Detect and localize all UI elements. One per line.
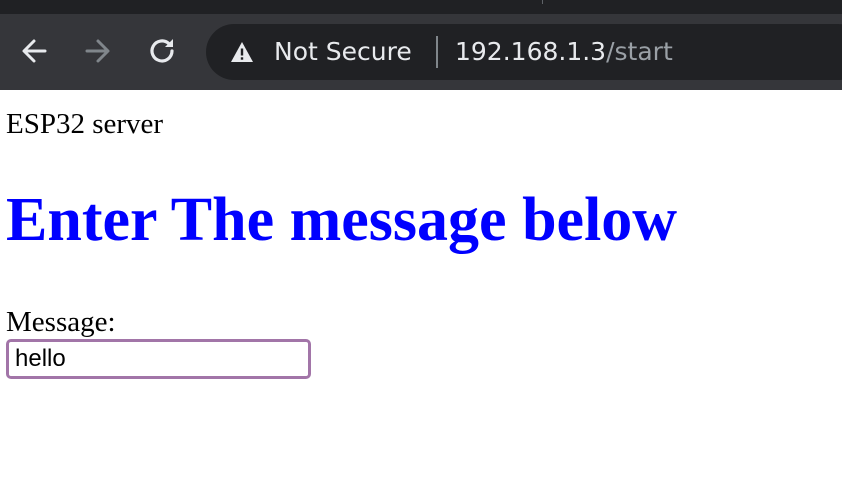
url-host: 192.168.1.3 bbox=[455, 37, 607, 66]
tab-separator bbox=[542, 0, 543, 4]
reload-button[interactable] bbox=[142, 31, 182, 71]
reload-icon bbox=[150, 39, 174, 63]
message-label: Message: bbox=[6, 306, 116, 338]
browser-toolbar: Not Secure 192.168.1.3/start bbox=[0, 14, 842, 90]
browser-window: Not Secure 192.168.1.3/start ESP32 serve… bbox=[0, 0, 842, 498]
security-status-label[interactable]: Not Secure bbox=[274, 36, 412, 68]
page-heading: Enter The message below bbox=[6, 186, 678, 254]
tab-strip bbox=[0, 0, 842, 14]
page-content: ESP32 server Enter The message below Mes… bbox=[0, 90, 842, 498]
address-bar[interactable]: Not Secure 192.168.1.3/start bbox=[206, 24, 842, 80]
message-input[interactable] bbox=[6, 339, 311, 379]
back-button[interactable] bbox=[14, 31, 54, 71]
arrow-left-icon bbox=[22, 39, 47, 63]
warning-triangle-icon[interactable] bbox=[230, 41, 254, 63]
arrow-right-icon bbox=[85, 39, 110, 63]
omnibox-divider bbox=[436, 36, 438, 68]
url-path: /start bbox=[606, 37, 673, 66]
forward-button[interactable] bbox=[78, 31, 118, 71]
url-text[interactable]: 192.168.1.3/start bbox=[455, 36, 673, 68]
server-text: ESP32 server bbox=[6, 108, 164, 140]
